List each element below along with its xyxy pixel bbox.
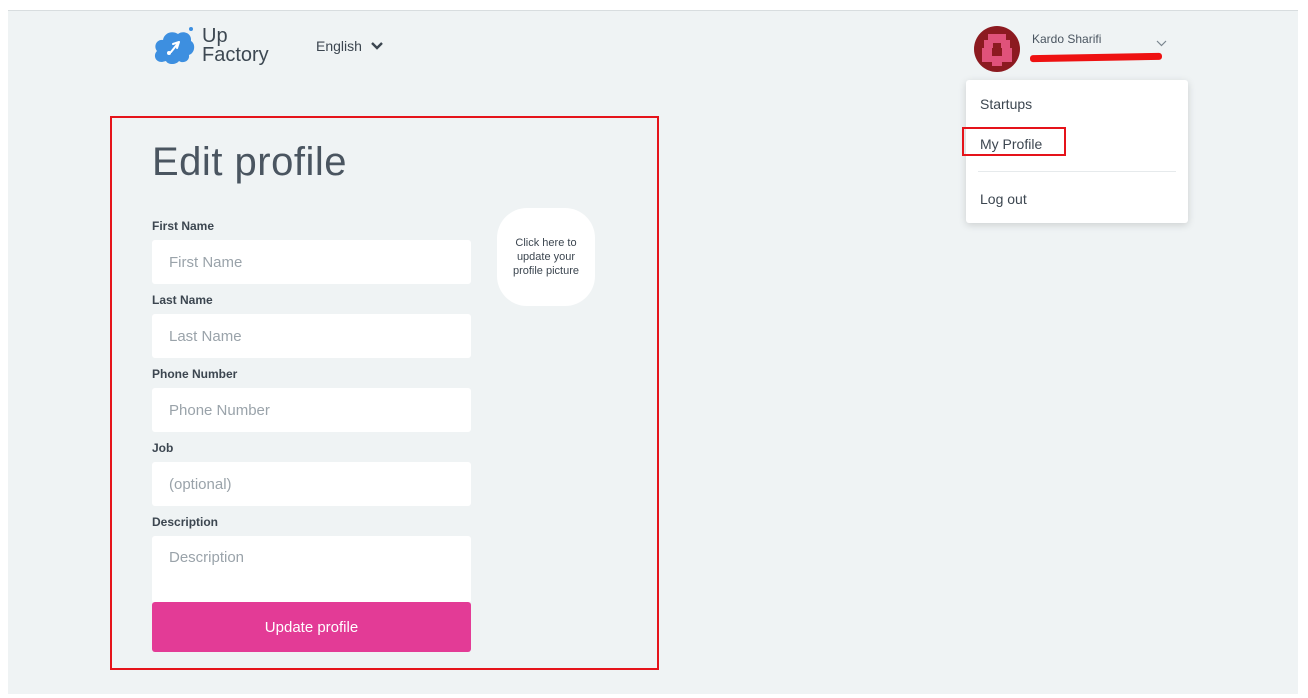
user-dropdown-menu: Startups My Profile Log out	[962, 80, 1188, 223]
description-textarea[interactable]	[152, 536, 471, 603]
user-name: Kardo Sharifi	[1032, 32, 1102, 46]
description-label: Description	[152, 515, 219, 529]
phone-number-label: Phone Number	[152, 367, 238, 381]
phone-number-input[interactable]	[152, 388, 471, 432]
language-selector[interactable]: English	[316, 38, 383, 54]
logo-text-line2: Factory	[202, 44, 269, 66]
cloud-rocket-icon	[154, 27, 195, 64]
chevron-down-icon	[1156, 40, 1167, 47]
logo[interactable]: Up Factory	[152, 24, 269, 68]
job-label: Job	[152, 441, 174, 455]
job-input[interactable]	[152, 462, 471, 506]
user-menu[interactable]: Kardo Sharifi	[974, 24, 1167, 72]
logo-text: Up Factory	[202, 26, 269, 66]
avatar-pattern-icon	[982, 34, 1012, 66]
page-title: Edit profile	[152, 140, 347, 184]
update-profile-button[interactable]: Update profile	[152, 602, 471, 652]
redaction-mark	[1029, 52, 1163, 63]
menu-divider	[978, 171, 1176, 172]
last-name-label: Last Name	[152, 293, 213, 307]
menu-item-log-out[interactable]: Log out	[980, 191, 1027, 207]
language-label: English	[316, 38, 362, 54]
first-name-input[interactable]	[152, 240, 471, 284]
avatar	[974, 26, 1020, 72]
highlight-box-my-profile	[962, 127, 1066, 156]
last-name-input[interactable]	[152, 314, 471, 358]
menu-item-startups[interactable]: Startups	[980, 96, 1032, 112]
first-name-label: First Name	[152, 219, 215, 233]
profile-picture-upload[interactable]: Click here to update your profile pictur…	[497, 208, 595, 306]
profile-picture-hint: Click here to update your profile pictur…	[512, 237, 580, 277]
chevron-down-icon	[371, 42, 383, 50]
